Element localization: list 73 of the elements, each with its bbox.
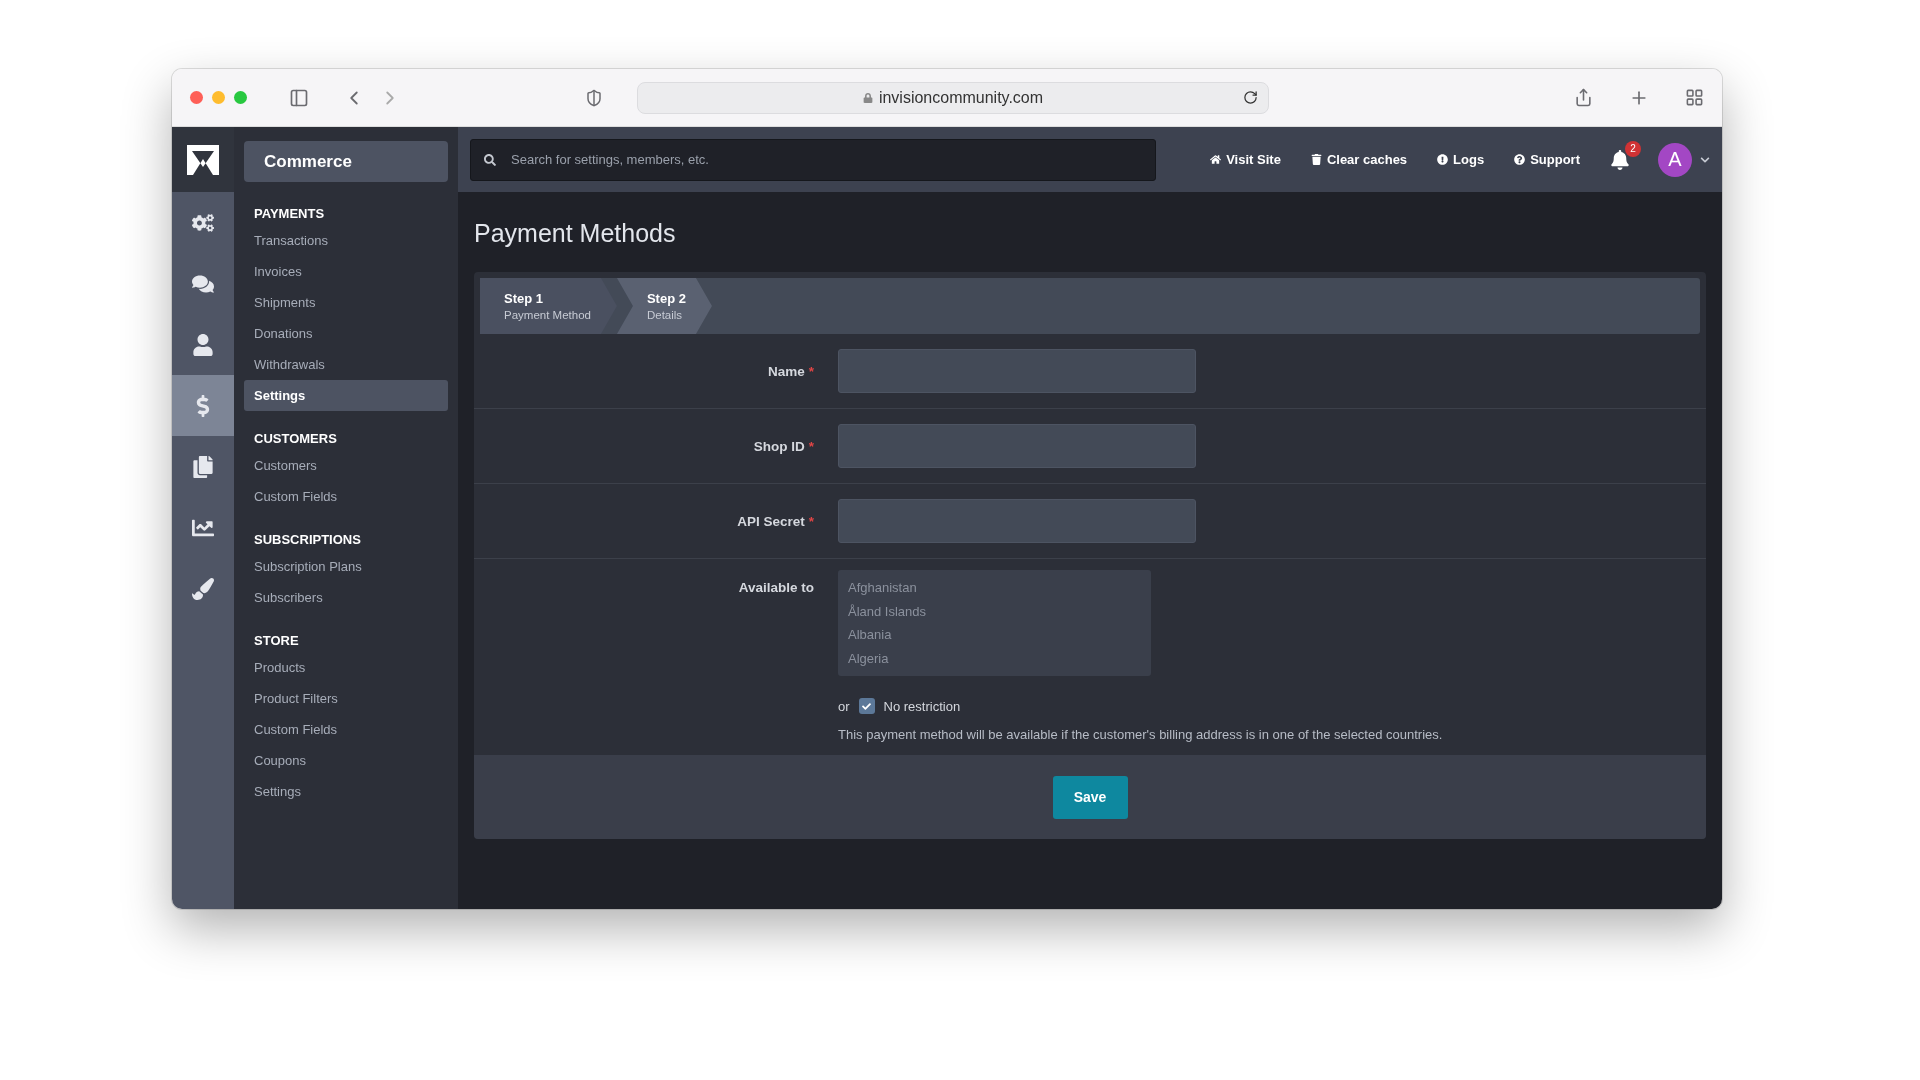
wizard-step[interactable]: Step 2 Details	[616, 278, 712, 334]
checkbox[interactable]	[858, 698, 875, 714]
country-option[interactable]: Albania	[848, 623, 1141, 647]
sidebar-item[interactable]: Shipments	[244, 287, 448, 318]
sidebar-heading: STORE	[253, 633, 300, 648]
notification-count: 2	[1625, 140, 1641, 157]
top-link[interactable]: Clear caches	[1310, 152, 1408, 167]
sidebar-item[interactable]: Invoices	[244, 256, 448, 287]
brush-icon	[192, 577, 214, 600]
minimize-dot[interactable]	[212, 91, 225, 104]
search-field[interactable]: Search for settings, members, etc.	[470, 138, 1156, 181]
page-title: Payment Methods	[474, 219, 677, 248]
field-label: Available to	[738, 579, 814, 595]
share-icon[interactable]	[1574, 88, 1593, 107]
sidebar-item[interactable]: Products	[244, 652, 448, 683]
required-mark: *	[808, 363, 814, 379]
person-icon	[192, 333, 214, 356]
country-list[interactable]: Afghanistan Åland Islands Albania Algeria	[838, 570, 1151, 676]
close-dot[interactable]	[190, 91, 203, 104]
field-label: Name *	[767, 363, 814, 379]
sidebar-item[interactable]: Withdrawals	[244, 349, 448, 380]
sidebar-toggle-icon[interactable]	[289, 87, 309, 108]
top-link[interactable]: Support	[1514, 152, 1580, 167]
caret-icon[interactable]	[1700, 154, 1710, 165]
exclamation-icon	[1437, 154, 1449, 165]
sidebar-item[interactable]: Subscription Plans	[244, 551, 448, 582]
zoom-dot[interactable]	[234, 91, 247, 104]
user-avatar[interactable]: A	[1658, 142, 1692, 177]
country-option[interactable]: Afghanistan	[848, 576, 1141, 600]
field-label: Shop ID *	[753, 438, 814, 454]
sidebar-item[interactable]: Subscribers	[244, 582, 448, 613]
help-icon	[1514, 154, 1526, 165]
sidebar-item[interactable]: Settings	[244, 380, 448, 411]
top-link[interactable]: Logs	[1437, 152, 1485, 167]
address-bar[interactable]: invisioncommunity.com	[637, 81, 1269, 114]
trash-icon	[1310, 154, 1322, 165]
sidebar-item[interactable]: Donations	[244, 318, 448, 349]
sidebar-item[interactable]: Coupons	[244, 745, 448, 776]
sidebar-item[interactable]: Customers	[244, 450, 448, 481]
checkbox-label[interactable]: No restriction	[883, 698, 961, 714]
shield-icon[interactable]	[585, 88, 603, 107]
sidebar-item[interactable]: Custom Fields	[244, 481, 448, 512]
field-label: API Secret *	[737, 513, 814, 529]
check-icon	[862, 701, 872, 711]
required-mark: *	[808, 438, 814, 454]
required-mark: *	[808, 513, 814, 529]
sidebar-item[interactable]: Settings	[244, 776, 448, 807]
gears-icon	[192, 211, 214, 234]
save-button[interactable]: Save	[1052, 775, 1128, 819]
tabs-overview-icon[interactable]	[1685, 88, 1704, 107]
sidebar-heading: PAYMENTS	[253, 206, 326, 221]
or-text: or	[838, 698, 850, 714]
country-option[interactable]: Algeria	[848, 646, 1141, 670]
reload-icon[interactable]	[1243, 89, 1258, 105]
bell-icon[interactable]	[1610, 149, 1630, 170]
wizard-step[interactable]: Step 1 Payment Method	[480, 278, 617, 334]
lock-icon	[862, 92, 873, 103]
house-icon	[1210, 154, 1222, 165]
rail-button[interactable]	[172, 375, 234, 436]
sidebar-heading: CUSTOMERS	[253, 431, 338, 446]
sidebar-item[interactable]: Product Filters	[244, 683, 448, 714]
top-link[interactable]: Visit Site	[1210, 152, 1281, 167]
sidebar-heading: SUBSCRIPTIONS	[253, 532, 362, 547]
help-text: This payment method will be available if the customer's billing address is in one of the selected countries.	[838, 727, 1444, 742]
section-title[interactable]: Commerce	[244, 141, 448, 182]
sidebar-item[interactable]: Custom Fields	[244, 714, 448, 745]
documents-icon	[192, 455, 214, 478]
text-field[interactable]	[838, 349, 1196, 393]
text-field[interactable]	[838, 499, 1196, 543]
logo-icon[interactable]	[187, 144, 219, 175]
sidebar-item[interactable]: Transactions	[244, 225, 448, 256]
text-field[interactable]	[838, 424, 1196, 468]
country-option[interactable]: Åland Islands	[848, 599, 1141, 623]
